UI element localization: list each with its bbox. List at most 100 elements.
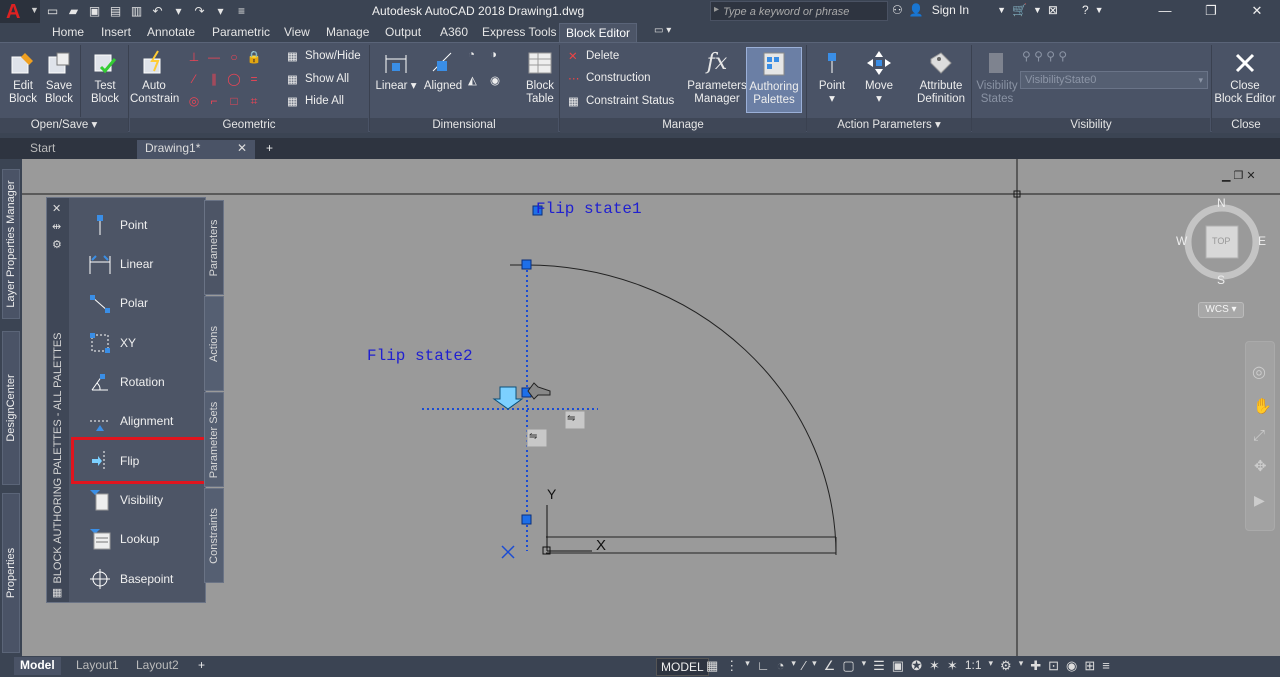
new-layout-icon[interactable]: +	[192, 657, 211, 675]
parallel-icon[interactable]: ∥	[206, 71, 222, 87]
layer-properties-manager-tab[interactable]: Layer Properties Manager	[2, 169, 20, 319]
application-menu-button[interactable]: A ▼	[0, 0, 40, 23]
palette-item-polar[interactable]: Polar	[88, 287, 206, 319]
search-input[interactable]	[723, 4, 883, 19]
save-as-icon[interactable]: ▤	[107, 3, 124, 19]
flip-state1-label[interactable]: Flip state1	[536, 200, 642, 218]
redo-dropdown-icon[interactable]: ▾	[212, 3, 229, 19]
tab-a360[interactable]: A360	[440, 25, 468, 39]
ortho-icon[interactable]: ∟	[757, 658, 770, 674]
open-folder-icon[interactable]: ▰	[65, 3, 82, 19]
chevron-down-icon[interactable]: ▼	[1095, 5, 1104, 15]
palette-tab-constraints[interactable]: Constraints	[204, 488, 224, 583]
new-file-icon[interactable]: ▭	[44, 3, 61, 19]
palette-tab-parameter-sets[interactable]: Parameter Sets	[204, 392, 224, 487]
layout-tab-model[interactable]: Model	[14, 657, 61, 675]
compass-south[interactable]: S	[1217, 273, 1225, 287]
drawing-window-controls[interactable]: ▁ ❐ ✕	[1222, 169, 1256, 182]
save-icon[interactable]: ▣	[86, 3, 103, 19]
search-box[interactable]: ▸	[710, 1, 888, 21]
chevron-down-icon[interactable]: ▾	[791, 658, 796, 674]
help-icon[interactable]: ?	[1082, 3, 1089, 17]
wcs-menu[interactable]: WCS ▾	[1198, 302, 1244, 318]
chevron-down-icon[interactable]: ▾	[989, 658, 994, 674]
radial-icon[interactable]: ◑	[490, 49, 504, 63]
close-panel-title[interactable]: Close	[1212, 118, 1280, 133]
smooth-icon[interactable]: □	[226, 93, 242, 109]
tab-view[interactable]: View	[284, 25, 310, 39]
annotation-scale-value[interactable]: 1:1	[965, 658, 982, 674]
customization-icon[interactable]: ≡	[1102, 658, 1110, 674]
pan-hand-icon[interactable]: ✋	[1253, 397, 1272, 415]
chevron-down-icon[interactable]: ▾	[862, 658, 867, 674]
circle-icon[interactable]: ○	[226, 49, 242, 65]
layout-tab-layout1[interactable]: Layout1	[70, 657, 125, 675]
test-block-button[interactable]: Test Block	[86, 49, 124, 106]
designcenter-tab[interactable]: DesignCenter	[2, 331, 20, 485]
linear-dimension-button[interactable]: Linear ▾	[374, 49, 418, 93]
visibility-panel-title[interactable]: Visibility	[972, 118, 1210, 133]
customize-qat-icon[interactable]: ≡	[233, 3, 250, 19]
show-all-button[interactable]: ▦ Show All	[287, 72, 349, 86]
chevron-down-icon[interactable]: ▼	[1033, 5, 1042, 15]
auto-constrain-button[interactable]: Auto Constrain	[130, 49, 179, 106]
attribute-definition-button[interactable]: Attribute Definition	[912, 49, 970, 106]
equal-icon[interactable]: =	[246, 71, 262, 87]
palette-item-rotation[interactable]: Rotation	[88, 366, 206, 398]
point-parameter-button[interactable]: Point ▾	[812, 49, 852, 106]
tab-express-tools[interactable]: Express Tools	[482, 25, 556, 39]
tab-annotate[interactable]: Annotate	[147, 25, 195, 39]
isodraft-icon[interactable]: ⁄	[803, 658, 805, 674]
tab-manage[interactable]: Manage	[326, 25, 369, 39]
action-parameters-panel-title[interactable]: Action Parameters ▾	[807, 118, 971, 133]
palette-item-point[interactable]: Point	[88, 209, 206, 241]
tab-parametric[interactable]: Parametric	[212, 25, 270, 39]
minimize-icon[interactable]: —	[1142, 0, 1188, 23]
undo-icon[interactable]: ↶	[149, 3, 166, 19]
lock-icon[interactable]: 🔒	[246, 49, 262, 65]
collinear-icon[interactable]: ⁄	[186, 71, 202, 87]
horizontal-icon[interactable]: —	[206, 49, 222, 65]
model-space-button[interactable]: MODEL	[656, 658, 709, 676]
grid-icon[interactable]: ▦	[706, 658, 718, 674]
compass-east[interactable]: E	[1258, 234, 1266, 248]
construction-button[interactable]: ⋯ Construction	[568, 71, 651, 85]
visibility-mode-icons[interactable]: ⚲ ⚲ ⚲ ⚲	[1022, 49, 1067, 63]
palette-tab-parameters[interactable]: Parameters	[204, 200, 224, 295]
user-icon[interactable]: 👤	[909, 3, 924, 17]
auto-hide-icon[interactable]: ⇹	[52, 220, 61, 233]
close-block-editor-button[interactable]: Close Block Editor	[1213, 49, 1277, 106]
palette-settings-icon[interactable]: ▦	[52, 586, 62, 599]
manage-panel-title[interactable]: Manage	[560, 118, 806, 133]
parameters-manager-button[interactable]: fx Parameters Manager	[686, 49, 748, 106]
chevron-down-icon[interactable]: ▾	[1019, 658, 1024, 674]
close-icon[interactable]: ✕	[52, 202, 61, 215]
symmetric-icon[interactable]: ⌗	[246, 93, 262, 109]
flip-action-icon[interactable]: ⇋	[529, 431, 537, 442]
flip-action-icon[interactable]: ⇋	[567, 413, 575, 424]
visibility-state-select[interactable]: VisibilityState0 ▾	[1020, 71, 1208, 89]
convert-icon[interactable]: ◉	[490, 73, 504, 87]
palette-item-lookup[interactable]: Lookup	[88, 523, 206, 555]
save-block-button[interactable]: Save Block	[40, 49, 78, 106]
show-hide-button[interactable]: ▦ Show/Hide	[287, 49, 361, 63]
exchange-icon[interactable]: ⊠	[1048, 3, 1058, 17]
tab-output[interactable]: Output	[385, 25, 421, 39]
palette-item-alignment[interactable]: Alignment	[88, 405, 206, 437]
annotation-scale-icon[interactable]: ✶	[947, 658, 958, 674]
palette-item-xy[interactable]: XY	[88, 327, 206, 359]
perpendicular-icon[interactable]: ⌐	[206, 93, 222, 109]
isolate-objects-icon[interactable]: ⊡	[1048, 658, 1059, 674]
palette-item-visibility[interactable]: Visibility	[88, 484, 206, 516]
showmotion-icon[interactable]: ▶	[1254, 492, 1265, 509]
annotation-visibility-icon[interactable]: ✶	[929, 658, 940, 674]
file-tab-drawing1[interactable]: Drawing1* ✕	[137, 140, 255, 159]
palette-tab-actions[interactable]: Actions	[204, 296, 224, 391]
orbit-icon[interactable]: ✥	[1254, 457, 1267, 475]
redo-icon[interactable]: ↷	[191, 3, 208, 19]
properties-gear-icon[interactable]: ⚙	[52, 238, 62, 251]
clean-screen-icon[interactable]: ⊞	[1084, 658, 1095, 674]
tangent-icon[interactable]: ◯	[226, 71, 242, 87]
flip-state2-label[interactable]: Flip state2	[367, 347, 473, 365]
chevron-down-icon[interactable]: ▼	[997, 5, 1006, 15]
